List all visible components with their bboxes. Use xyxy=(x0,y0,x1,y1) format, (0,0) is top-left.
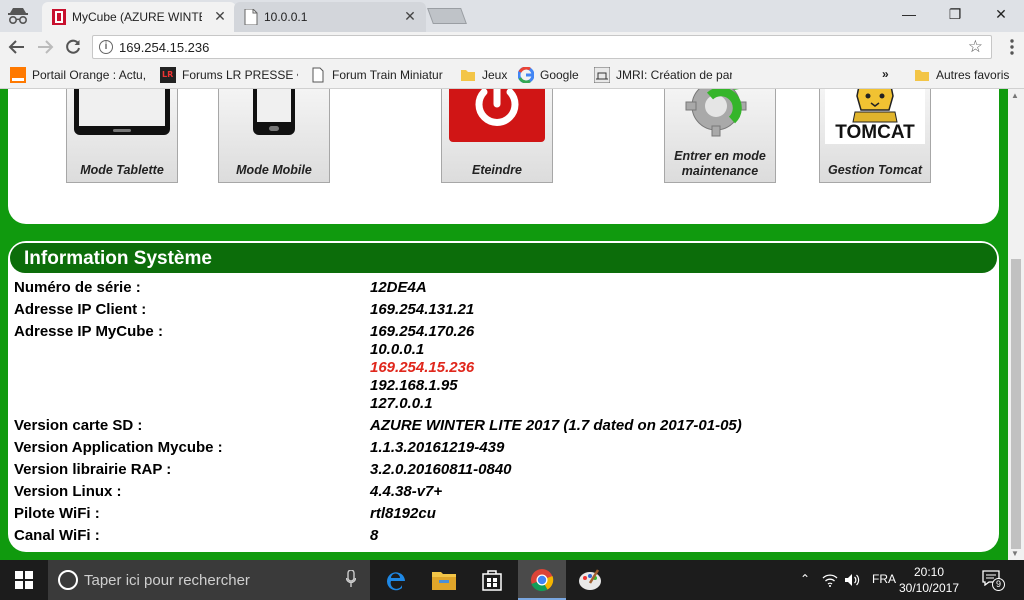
system-info-title: Information Système xyxy=(24,248,212,269)
search-placeholder: Taper ici pour rechercher xyxy=(84,572,250,589)
browser-menu-icon[interactable] xyxy=(1010,39,1014,55)
mobile-icon xyxy=(253,89,295,135)
windows-logo-icon xyxy=(15,571,33,589)
bookmarks-bar: Portail Orange : Actu, LR Forums LR PRESS… xyxy=(0,62,1024,89)
store-icon xyxy=(482,570,502,591)
bookmark-google[interactable]: Google xyxy=(518,67,590,85)
orange-icon xyxy=(10,67,26,83)
url-text[interactable]: 169.254.15.236 xyxy=(119,40,209,55)
new-tab-button[interactable] xyxy=(427,8,467,24)
lr-presse-icon: LR xyxy=(160,67,176,83)
taskbar-chrome[interactable] xyxy=(518,560,566,600)
taskbar-search-box[interactable]: Taper ici pour rechercher xyxy=(48,560,370,600)
system-info-panel: Information Système Numéro de série : 12… xyxy=(8,241,999,552)
scrollbar-thumb[interactable] xyxy=(1011,259,1021,549)
maintenance-button[interactable]: Entrer en mode maintenance xyxy=(664,89,776,183)
address-bar[interactable]: i 169.254.15.236 ☆ xyxy=(92,35,992,59)
tab-close-icon[interactable]: ✕ xyxy=(402,8,418,24)
reload-icon xyxy=(66,39,80,54)
folder-icon xyxy=(915,70,929,81)
page-content: Mode Tablette Mode Mobile Eteindre Entre… xyxy=(0,89,1008,560)
tab-mycube[interactable]: MyCube (AZURE WINTER ✕ xyxy=(42,2,236,32)
action-center-button[interactable]: 9 xyxy=(982,570,1005,591)
tab-10-0-0-1[interactable]: 10.0.0.1 ✕ xyxy=(234,2,426,32)
mycube-favicon-icon xyxy=(52,9,66,25)
power-icon xyxy=(449,89,545,142)
taskbar-clock[interactable]: 20:10 30/10/2017 xyxy=(890,564,968,596)
system-info-header: Information Système xyxy=(10,243,997,273)
back-button[interactable] xyxy=(6,36,28,58)
taskbar-store[interactable] xyxy=(468,560,516,600)
tab-title: MyCube (AZURE WINTER xyxy=(72,10,202,24)
gestion-tomcat-button[interactable]: TOMCAT Gestion Tomcat xyxy=(819,89,931,183)
paint-icon xyxy=(579,569,601,590)
file-explorer-icon xyxy=(432,572,456,590)
mode-mobile-button[interactable]: Mode Mobile xyxy=(218,89,330,183)
bookmark-lr-presse[interactable]: LR Forums LR PRESSE • xyxy=(160,67,298,85)
tab-strip: MyCube (AZURE WINTER ✕ 10.0.0.1 ✕ — ❐ ✕ xyxy=(0,0,1024,32)
windows-taskbar: Taper ici pour rechercher ⌃ FRA 20:10 30… xyxy=(0,560,1024,600)
actions-panel: Mode Tablette Mode Mobile Eteindre Entre… xyxy=(8,89,999,224)
svg-text:LR: LR xyxy=(162,70,173,79)
start-button[interactable] xyxy=(0,560,48,600)
clock-date: 30/10/2017 xyxy=(898,581,960,595)
google-icon xyxy=(518,67,534,83)
reload-button[interactable] xyxy=(62,36,84,58)
bookmark-other-favorites[interactable]: Autres favoris xyxy=(914,67,1022,85)
bookmarks-overflow-button[interactable]: » xyxy=(882,67,894,85)
eteindre-button[interactable]: Eteindre xyxy=(441,89,553,183)
wifi-icon[interactable] xyxy=(822,573,838,587)
folder-icon xyxy=(461,70,475,81)
minimize-button[interactable]: — xyxy=(886,0,932,28)
taskbar-paint[interactable] xyxy=(566,560,614,600)
tab-close-icon[interactable]: ✕ xyxy=(212,8,228,24)
browser-toolbar: i 169.254.15.236 ☆ xyxy=(0,32,1024,62)
volume-icon[interactable] xyxy=(844,573,860,587)
maximize-button[interactable]: ❐ xyxy=(932,0,978,28)
mode-tablette-button[interactable]: Mode Tablette xyxy=(66,89,178,183)
bookmark-forum-train[interactable]: Forum Train Miniatur xyxy=(310,67,448,85)
scroll-down-icon[interactable]: ▼ xyxy=(1011,549,1019,558)
tab-title: 10.0.0.1 xyxy=(264,10,308,24)
bookmark-jmri[interactable]: JMRI: Création de par xyxy=(594,67,732,85)
close-window-button[interactable]: ✕ xyxy=(978,0,1024,28)
incognito-icon xyxy=(8,8,28,25)
site-info-icon[interactable]: i xyxy=(99,40,113,54)
tray-overflow-icon[interactable]: ⌃ xyxy=(800,572,810,586)
bookmark-orange[interactable]: Portail Orange : Actu, xyxy=(10,67,148,85)
tablet-icon xyxy=(74,89,170,135)
clock-time: 20:10 xyxy=(913,565,945,579)
page-scrollbar[interactable]: ▲ ▼ xyxy=(1008,89,1024,560)
taskbar-edge[interactable] xyxy=(372,560,420,600)
taskbar-explorer[interactable] xyxy=(420,560,468,600)
scroll-up-icon[interactable]: ▲ xyxy=(1011,91,1019,100)
tomcat-logo-text: TOMCAT xyxy=(835,122,915,143)
jmri-icon xyxy=(594,67,610,83)
bookmark-star-icon[interactable]: ☆ xyxy=(968,37,983,57)
back-arrow-icon xyxy=(8,40,24,54)
bookmark-jeux[interactable]: Jeux xyxy=(460,67,520,85)
forward-button[interactable] xyxy=(34,36,56,58)
forward-arrow-icon xyxy=(38,40,54,54)
cortana-icon xyxy=(58,570,78,590)
page-favicon-icon xyxy=(244,9,258,25)
microphone-icon[interactable] xyxy=(346,570,356,588)
edge-icon xyxy=(387,572,405,591)
page-icon xyxy=(312,67,324,83)
chrome-icon xyxy=(531,569,554,592)
notification-count-badge: 9 xyxy=(992,578,1005,591)
maintenance-gear-icon xyxy=(685,89,747,137)
